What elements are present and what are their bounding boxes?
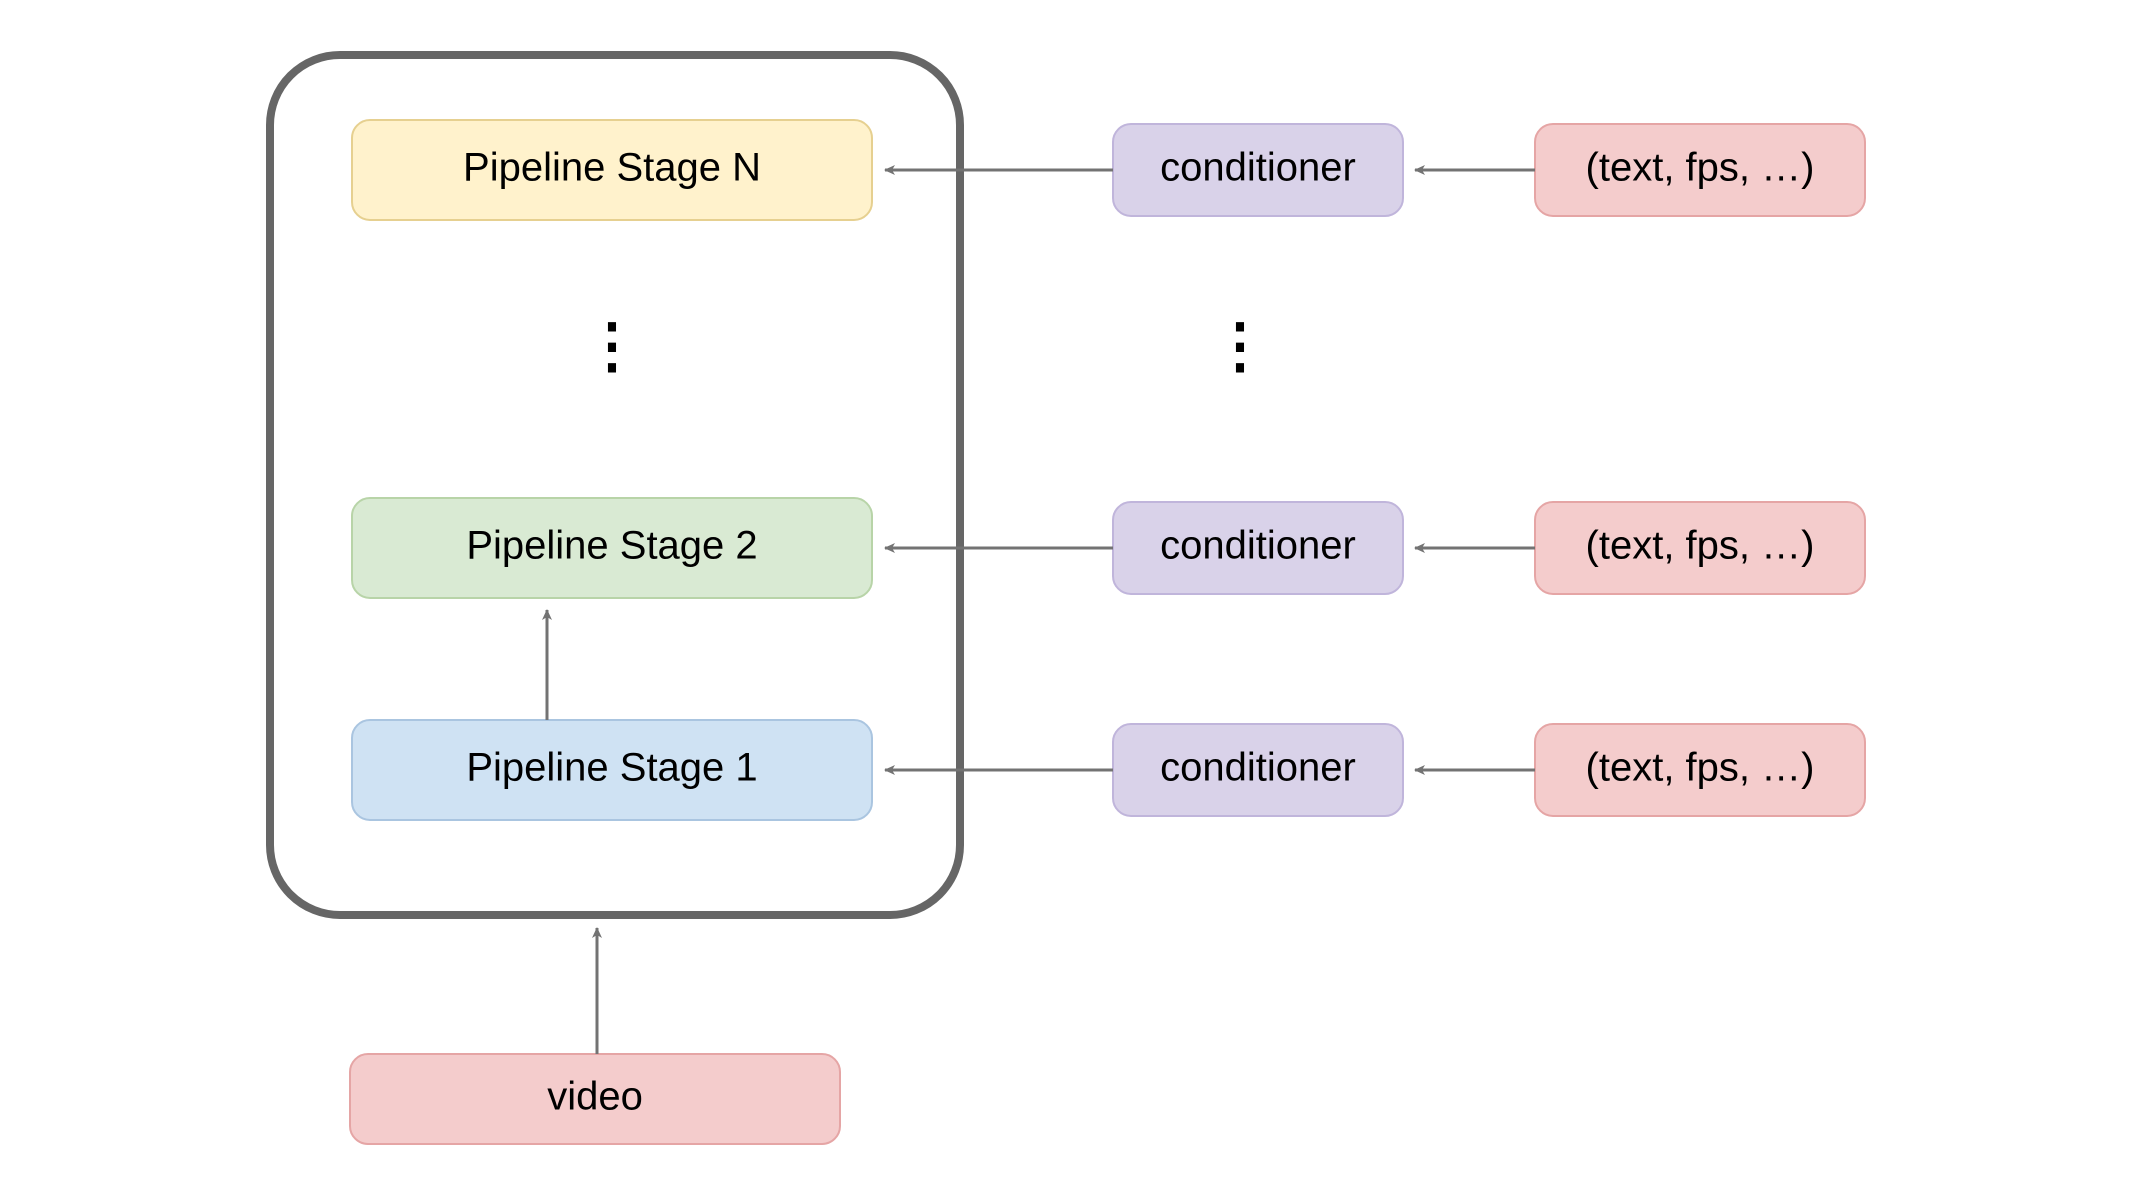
input-2-label: (text, fps, …) xyxy=(1586,524,1815,568)
input-n-box: (text, fps, …) xyxy=(1535,124,1865,216)
pipeline-stage-2-label: Pipeline Stage 2 xyxy=(466,524,757,568)
ellipsis-left: ⋮ xyxy=(582,312,642,379)
conditioner-1-label: conditioner xyxy=(1160,746,1356,790)
video-box: video xyxy=(350,1054,840,1144)
ellipsis-right: ⋮ xyxy=(1210,312,1270,379)
pipeline-stage-2-box: Pipeline Stage 2 xyxy=(352,498,872,598)
conditioner-n-label: conditioner xyxy=(1160,146,1356,190)
input-2-box: (text, fps, …) xyxy=(1535,502,1865,594)
input-1-box: (text, fps, …) xyxy=(1535,724,1865,816)
pipeline-stage-1-box: Pipeline Stage 1 xyxy=(352,720,872,820)
conditioner-1-box: conditioner xyxy=(1113,724,1403,816)
input-1-label: (text, fps, …) xyxy=(1586,746,1815,790)
pipeline-stage-n-label: Pipeline Stage N xyxy=(463,146,761,190)
pipeline-diagram: Pipeline Stage N ⋮ Pipeline Stage 2 Pipe… xyxy=(0,0,2134,1182)
input-n-label: (text, fps, …) xyxy=(1586,146,1815,190)
pipeline-stage-1-label: Pipeline Stage 1 xyxy=(466,746,757,790)
conditioner-2-label: conditioner xyxy=(1160,524,1356,568)
pipeline-stage-n-box: Pipeline Stage N xyxy=(352,120,872,220)
conditioner-2-box: conditioner xyxy=(1113,502,1403,594)
video-label: video xyxy=(547,1075,643,1119)
conditioner-n-box: conditioner xyxy=(1113,124,1403,216)
